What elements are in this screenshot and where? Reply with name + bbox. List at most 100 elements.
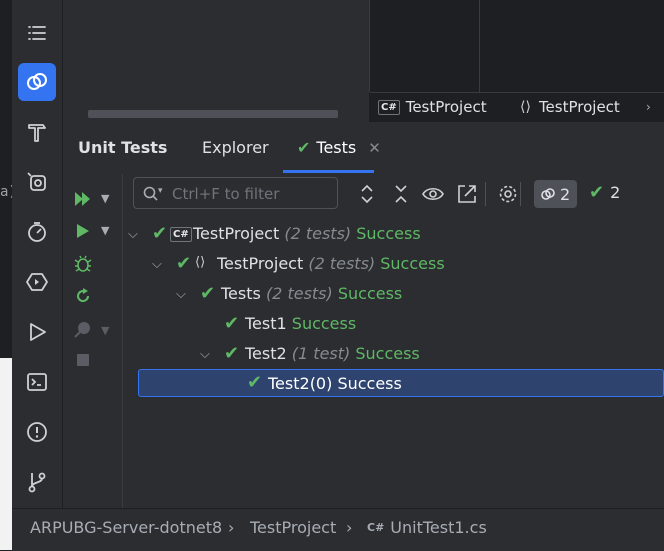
top-tab-project-file[interactable]: C# TestProject — [378, 98, 487, 116]
top-left-panel — [63, 0, 369, 122]
top-tab-label: TestProject — [405, 98, 487, 116]
profile-icon[interactable] — [73, 319, 93, 343]
chevron-down-icon[interactable]: ▼ — [101, 192, 109, 205]
tool-window-bar — [12, 0, 63, 508]
tab-tests[interactable]: ✔ Tests ✕ — [297, 138, 381, 157]
total-tests-toggle[interactable]: 2 — [534, 180, 577, 208]
tree-name: Test2 — [245, 344, 287, 363]
expand-all-icon[interactable] — [358, 182, 376, 206]
breadcrumb-project[interactable]: ARPUBG-Server-dotnet8 — [30, 518, 222, 537]
debug-bug-icon[interactable] — [73, 254, 93, 278]
rerun-icon[interactable] — [73, 286, 93, 310]
tree-name: Tests — [221, 284, 261, 303]
terminal-icon[interactable] — [18, 363, 56, 401]
tree-count: (1 test) — [291, 344, 351, 363]
panel-title: Unit Tests — [78, 138, 168, 157]
tree-count: (2 tests) — [308, 254, 376, 273]
run-icon[interactable] — [18, 313, 56, 351]
vertical-divider — [479, 0, 480, 92]
export-icon[interactable] — [456, 182, 478, 206]
test-actions-column: ▼ ▼ ▼ — [63, 174, 123, 508]
passed-count: 2 — [610, 183, 621, 202]
check-icon: ✔ — [176, 253, 192, 274]
git-branch-icon[interactable] — [18, 463, 56, 501]
run-icon[interactable] — [75, 222, 91, 244]
breadcrumb-module[interactable]: TestProject — [250, 518, 336, 537]
dotmemory-icon[interactable] — [18, 213, 56, 251]
chevron-right-icon: › — [228, 518, 235, 537]
namespace-icon: ⟨⟩ — [520, 99, 531, 115]
collapse-all-icon[interactable] — [392, 182, 410, 206]
chevron-down-icon[interactable]: ▼ — [101, 324, 109, 337]
check-icon: ✔ — [247, 372, 263, 393]
chevron-down-icon[interactable]: ▼ — [101, 224, 109, 237]
check-icon: ✔ — [224, 343, 240, 364]
tree-row-selected[interactable]: ✔ Test2(0) Success — [138, 369, 664, 397]
tree-row[interactable]: ⌵ ✔ ⟨⟩ TestProject (2 tests) Success — [126, 249, 664, 279]
chevron-down-icon: ▾ — [158, 186, 163, 196]
tree-status: Success — [355, 344, 420, 363]
tree-status: Success — [380, 254, 445, 273]
namespace-icon: ⟨⟩ — [195, 255, 206, 270]
tree-count: (2 tests) — [284, 224, 352, 243]
top-tab-namespace[interactable]: ⟨⟩ TestProject — [520, 98, 620, 116]
left-edge-strip: a) — [0, 0, 17, 550]
unit-tests-icon[interactable] — [18, 63, 56, 101]
tree-status: Success — [356, 224, 421, 243]
vertical-divider — [369, 0, 370, 92]
chevron-right-icon: › — [646, 100, 651, 114]
filter-field[interactable]: ▾ — [133, 177, 338, 209]
panel-header: Unit Tests Explorer ✔ Tests ✕ — [63, 122, 664, 174]
tree-name: Test2(0) Success — [268, 374, 402, 393]
tree-row[interactable]: ✔ Test1 Success — [126, 309, 664, 339]
tree-count: (2 tests) — [265, 284, 333, 303]
navigation-bar: ARPUBG-Server-dotnet8 › TestProject › C#… — [12, 508, 664, 551]
chevron-down-icon[interactable]: ⌵ — [152, 257, 162, 272]
edge-white-block — [0, 358, 12, 550]
chevron-down-icon[interactable]: ⌵ — [200, 347, 210, 362]
check-icon: ✔ — [224, 313, 240, 334]
problems-icon[interactable] — [18, 413, 56, 451]
check-icon: ✔ — [589, 182, 605, 203]
tab-explorer[interactable]: Explorer — [202, 138, 269, 157]
tree-row[interactable]: ⌵ ✔ C# TestProject (2 tests) Success — [126, 219, 664, 249]
breadcrumb-file-label: UnitTest1.cs — [390, 518, 487, 537]
eye-icon[interactable] — [421, 182, 445, 206]
tab-label: Tests — [316, 138, 357, 157]
breadcrumb-file[interactable]: C# UnitTest1.cs — [367, 518, 487, 537]
hammer-icon[interactable] — [18, 113, 56, 151]
gear-icon[interactable] — [497, 182, 519, 206]
active-tab-indicator — [283, 170, 374, 173]
filter-input[interactable] — [170, 182, 334, 206]
chevron-down-icon[interactable]: ⌵ — [128, 227, 138, 242]
run-all-icon[interactable] — [73, 190, 93, 212]
services-icon[interactable] — [18, 163, 56, 201]
tree-name: TestProject — [217, 254, 304, 273]
tree-row[interactable]: ⌵ ✔ Tests (2 tests) Success — [126, 279, 664, 309]
close-icon[interactable]: ✕ — [368, 139, 381, 157]
chevron-right-icon: › — [346, 518, 353, 537]
tree-status: Success — [291, 314, 357, 333]
structure-list-icon[interactable] — [18, 14, 56, 52]
tree-name: TestProject — [193, 224, 280, 243]
check-icon: ✔ — [200, 283, 216, 304]
passed-tests-toggle[interactable]: ✔ 2 — [589, 182, 620, 203]
tree-row[interactable]: ⌵ ✔ Test2 (1 test) Success — [126, 339, 664, 369]
csharp-file-icon: C# — [378, 99, 400, 115]
debug-hexagon-icon[interactable] — [18, 263, 56, 301]
horizontal-scrollbar[interactable] — [88, 110, 338, 118]
total-count: 2 — [560, 184, 571, 204]
top-tab-label: TestProject — [538, 98, 620, 116]
csharp-project-icon: C# — [170, 227, 192, 242]
check-icon: ✔ — [297, 138, 311, 157]
unit-tests-icon — [541, 188, 555, 200]
tree-status: Success — [337, 284, 403, 303]
toolbar-divider — [520, 182, 521, 206]
csharp-file-icon: C# — [367, 521, 385, 534]
tree-name: Test1 — [245, 314, 287, 333]
stop-icon[interactable] — [77, 354, 89, 366]
chevron-down-icon[interactable]: ⌵ — [176, 287, 186, 302]
editor-breadcrumb-tabs: C# TestProject ⟨⟩ TestProject › — [370, 92, 664, 123]
check-icon: ✔ — [152, 223, 168, 244]
toolbar-divider — [485, 182, 486, 206]
